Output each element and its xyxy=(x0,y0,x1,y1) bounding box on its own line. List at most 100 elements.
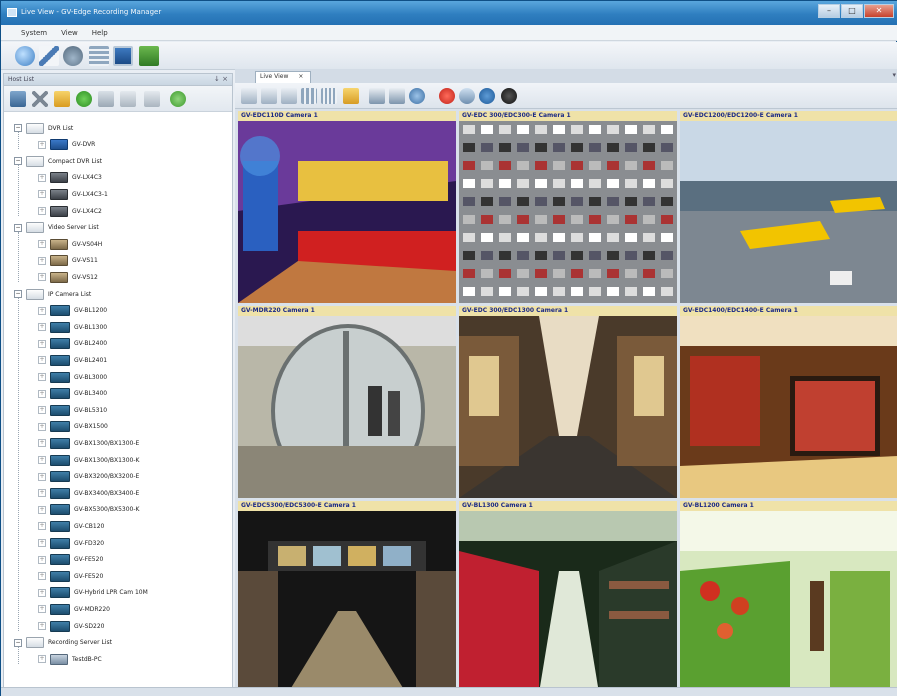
tab-close-icon[interactable]: × xyxy=(298,73,303,80)
camera-tile[interactable]: GV-EDC1200/EDC1200-E Camera 1 xyxy=(680,111,897,303)
tree-item[interactable]: + GV-DVR xyxy=(38,137,95,153)
stop-icon[interactable] xyxy=(439,88,455,104)
expand-icon[interactable]: + xyxy=(38,140,46,149)
expand-icon[interactable]: + xyxy=(38,605,46,614)
tree-item[interactable]: + GV-LX4C3-1 xyxy=(38,186,108,202)
camera-tile[interactable]: GV-BL1300 Camera 1 xyxy=(459,501,677,693)
monitor-icon[interactable] xyxy=(459,88,475,104)
expand-icon[interactable]: + xyxy=(38,356,46,365)
export-icon[interactable] xyxy=(120,91,136,107)
tree-item[interactable]: + GV-BL2401 xyxy=(38,352,107,368)
expand-icon[interactable]: + xyxy=(38,389,46,398)
menu-help[interactable]: Help xyxy=(92,29,108,37)
expand-icon[interactable]: + xyxy=(38,505,46,514)
collapse-icon[interactable]: − xyxy=(14,223,22,232)
expand-icon[interactable]: + xyxy=(38,655,46,664)
expand-icon[interactable]: + xyxy=(38,422,46,431)
delete-icon[interactable] xyxy=(32,91,48,107)
expand-icon[interactable]: + xyxy=(38,572,46,581)
camera-feed-supermarket[interactable] xyxy=(680,511,897,693)
fullscreen-icon[interactable] xyxy=(389,88,405,104)
expand-icon[interactable]: + xyxy=(38,273,46,282)
network-icon[interactable] xyxy=(139,46,159,66)
tree-group[interactable]: − Compact DVR List xyxy=(14,153,102,169)
collapse-icon[interactable]: − xyxy=(14,157,22,166)
camera-icon[interactable] xyxy=(501,88,517,104)
tree-group[interactable]: − Recording Server List xyxy=(14,635,112,651)
connect-icon[interactable] xyxy=(76,91,92,107)
menu-system[interactable]: System xyxy=(21,29,47,37)
tree-group[interactable]: − Video Server List xyxy=(14,220,99,236)
snapshot-icon[interactable] xyxy=(343,88,359,104)
camera-feed-warehouse[interactable] xyxy=(459,511,677,693)
expand-icon[interactable]: + xyxy=(38,240,46,249)
add-host-icon[interactable] xyxy=(10,91,26,107)
monitor-icon[interactable] xyxy=(113,46,133,66)
camera-tile[interactable]: GV-EDC 300/EDC300-E Camera 1 xyxy=(459,111,677,303)
camera-tile[interactable]: GV-EDC1400/EDC1400-E Camera 1 xyxy=(680,306,897,498)
camera-list-icon[interactable] xyxy=(15,46,35,66)
tree-item[interactable]: + GV-FE520 xyxy=(38,552,103,568)
tree-item[interactable]: + GV-BL3400 xyxy=(38,386,107,402)
expand-icon[interactable]: + xyxy=(38,173,46,182)
camera-feed-parking[interactable] xyxy=(459,121,677,303)
panel-pin-close-buttons[interactable]: ↓ × xyxy=(214,75,228,83)
collapse-icon[interactable]: − xyxy=(14,124,22,132)
expand-icon[interactable]: + xyxy=(38,522,46,531)
expand-icon[interactable]: + xyxy=(38,456,46,464)
expand-icon[interactable]: + xyxy=(38,472,46,481)
expand-icon[interactable]: + xyxy=(38,588,46,597)
layout-split-icon[interactable] xyxy=(369,88,385,104)
maximize-button[interactable]: □ xyxy=(841,4,863,18)
camera-feed-cinema[interactable] xyxy=(238,121,456,303)
camera-feed-arcade[interactable] xyxy=(459,316,677,498)
import-icon[interactable] xyxy=(144,91,160,107)
expand-icon[interactable]: + xyxy=(38,622,46,630)
tree-item[interactable]: + GV-BL1300 xyxy=(38,319,107,335)
tree-item[interactable]: + GV-BL5310 xyxy=(38,402,107,418)
tree-item[interactable]: + GV-BX1500 xyxy=(38,419,108,435)
layout-9-icon[interactable] xyxy=(321,88,337,104)
camera-tile[interactable]: GV-MDR220 Camera 1 xyxy=(238,306,456,498)
camera-tile[interactable]: GV-EDC110D Camera 1 xyxy=(238,111,456,303)
close-button[interactable]: ✕ xyxy=(864,4,894,18)
tree-item[interactable]: + GV-VS04H xyxy=(38,236,102,252)
grid-view-icon[interactable] xyxy=(89,46,109,66)
menu-view[interactable]: View xyxy=(61,29,78,37)
playback-icon[interactable] xyxy=(63,46,83,66)
title-bar[interactable]: Live View - GV-Edge Recording Manager – … xyxy=(1,1,897,25)
expand-icon[interactable]: + xyxy=(38,489,46,498)
camera-tile[interactable]: GV-BL1200 Camera 1 xyxy=(680,501,897,693)
edit-icon[interactable] xyxy=(39,46,59,66)
tab-live-view[interactable]: Live View × xyxy=(255,71,311,83)
tab-menu-icon[interactable]: ▾ xyxy=(892,71,896,79)
refresh-icon[interactable] xyxy=(170,91,186,107)
tree-item[interactable]: + GV-SD220 xyxy=(38,618,104,634)
tree-item[interactable]: + GV-FE520 xyxy=(38,568,103,584)
tree-item[interactable]: + GV-BX1300/BX1300-K xyxy=(38,452,139,468)
expand-icon[interactable]: + xyxy=(38,306,46,315)
tree-item[interactable]: + GV-LX4C2 xyxy=(38,203,102,219)
tree-item[interactable]: + GV-BX1300/BX1300-E xyxy=(38,435,139,451)
collapse-icon[interactable]: − xyxy=(14,638,22,647)
rotate-icon[interactable] xyxy=(409,88,425,104)
camera-feed-escalator[interactable] xyxy=(238,511,456,693)
tree-item[interactable]: + GV-Hybrid LPR Cam 10M xyxy=(38,585,148,601)
layout-4-icon[interactable] xyxy=(301,88,317,104)
zoom-in-icon[interactable] xyxy=(241,88,257,104)
zoom-out-icon[interactable] xyxy=(261,88,277,104)
tree-item[interactable]: + GV-VS11 xyxy=(38,253,98,269)
tree-item[interactable]: + GV-BL3000 xyxy=(38,369,107,385)
tree-item[interactable]: + GV-FD320 xyxy=(38,535,104,551)
record-icon[interactable] xyxy=(479,88,495,104)
expand-icon[interactable]: + xyxy=(38,555,46,564)
tree-item[interactable]: + GV-BX3400/BX3400-E xyxy=(38,485,139,501)
expand-icon[interactable]: + xyxy=(38,406,46,415)
expand-icon[interactable]: + xyxy=(38,339,46,348)
camera-tile[interactable]: GV-EDC5300/EDC5300-E Camera 1 xyxy=(238,501,456,693)
tree-item[interactable]: + GV-VS12 xyxy=(38,269,98,285)
tree-item[interactable]: + GV-CB120 xyxy=(38,518,104,534)
expand-icon[interactable]: + xyxy=(38,256,46,265)
settings-icon[interactable] xyxy=(98,91,114,107)
layout-1-icon[interactable] xyxy=(281,88,297,104)
